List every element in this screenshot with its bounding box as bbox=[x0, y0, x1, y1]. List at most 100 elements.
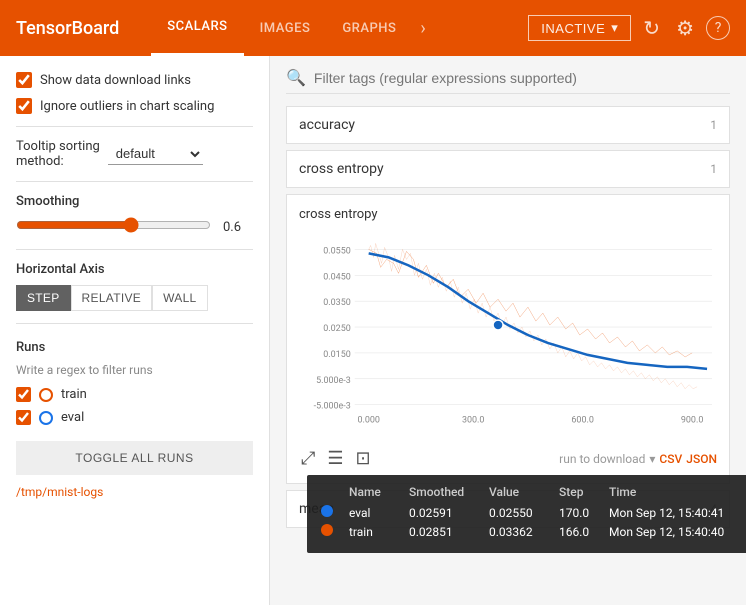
tag-accuracy-count: 1 bbox=[710, 118, 717, 132]
ignore-outliers-row: Ignore outliers in chart scaling bbox=[16, 98, 253, 114]
axis-relative-button[interactable]: RELATIVE bbox=[71, 285, 153, 311]
ignore-outliers-label: Ignore outliers in chart scaling bbox=[40, 99, 214, 114]
tooltip-col-step: Step bbox=[559, 485, 609, 499]
svg-text:0.0550: 0.0550 bbox=[323, 246, 350, 256]
tooltip-col-icon bbox=[321, 485, 349, 499]
ignore-outliers-checkbox[interactable] bbox=[16, 98, 32, 114]
svg-text:5.000e-3: 5.000e-3 bbox=[316, 376, 351, 386]
nav-more-chevron[interactable]: › bbox=[412, 18, 433, 39]
csv-link[interactable]: CSV bbox=[659, 452, 682, 466]
divider-1 bbox=[16, 126, 253, 127]
tooltip-train-name: train bbox=[349, 525, 409, 539]
horizontal-axis-section: Horizontal Axis STEP RELATIVE WALL bbox=[16, 262, 253, 311]
tooltip-train-smoothed: 0.02851 bbox=[409, 525, 489, 539]
tag-cross-entropy-name: cross entropy bbox=[299, 161, 384, 177]
runs-title: Runs bbox=[16, 340, 253, 355]
logo: TensorBoard bbox=[16, 18, 119, 39]
menu-icon[interactable]: ☰ bbox=[325, 446, 345, 471]
chart-icon-group: ⤢ ☰ ⊡ bbox=[299, 446, 373, 471]
smoothing-row: 0.6 bbox=[16, 217, 253, 237]
show-data-links-label: Show data download links bbox=[40, 73, 191, 88]
pin-icon[interactable]: ⊡ bbox=[354, 446, 373, 471]
tooltip-col-smoothed: Smoothed bbox=[409, 485, 489, 499]
tooltip-row-train: train 0.02851 0.03362 166.0 Mon Sep 12, … bbox=[321, 524, 746, 539]
svg-text:0.0250: 0.0250 bbox=[323, 324, 350, 334]
show-data-links-row: Show data download links bbox=[16, 72, 253, 88]
tooltip-sorting-row: Tooltip sortingmethod: default ascending… bbox=[16, 139, 253, 169]
tooltip-train-time: Mon Sep 12, 15:40:40 bbox=[609, 525, 746, 539]
svg-text:0.0150: 0.0150 bbox=[323, 350, 350, 360]
tag-accuracy-name: accuracy bbox=[299, 117, 355, 133]
header-right: INACTIVE ▾ ↻ ⚙ ? bbox=[528, 12, 730, 44]
tooltip-train-step: 166.0 bbox=[559, 525, 609, 539]
search-input[interactable] bbox=[314, 70, 730, 86]
divider-4 bbox=[16, 323, 253, 324]
eval-color-dot bbox=[321, 505, 333, 517]
settings-icon[interactable]: ⚙ bbox=[672, 12, 698, 44]
tag-cross-entropy[interactable]: cross entropy 1 bbox=[286, 150, 730, 188]
svg-text:900.0: 900.0 bbox=[681, 416, 703, 426]
sidebar: Show data download links Ignore outliers… bbox=[0, 56, 270, 605]
dropdown-arrow-icon[interactable]: ▾ bbox=[649, 452, 655, 466]
tooltip-col-time: Time bbox=[609, 485, 746, 499]
runs-section: Runs Write a regex to filter runs train … bbox=[16, 340, 253, 499]
axis-wall-button[interactable]: WALL bbox=[152, 285, 207, 311]
main-nav: SCALARS IMAGES GRAPHS › bbox=[151, 0, 528, 56]
run-eval-checkbox[interactable] bbox=[16, 410, 31, 425]
nav-scalars[interactable]: SCALARS bbox=[151, 0, 243, 56]
toggle-all-runs-button[interactable]: TOGGLE ALL RUNS bbox=[16, 441, 253, 475]
smoothing-slider[interactable] bbox=[16, 217, 211, 233]
tooltip-train-value: 0.03362 bbox=[489, 525, 559, 539]
help-icon[interactable]: ? bbox=[706, 16, 730, 40]
chart-svg: 0.0550 0.0450 0.0350 0.0250 0.0150 5.000… bbox=[299, 230, 717, 440]
svg-text:0.0350: 0.0350 bbox=[323, 298, 350, 308]
svg-text:0.0450: 0.0450 bbox=[323, 272, 350, 282]
axis-step-button[interactable]: STEP bbox=[16, 285, 71, 311]
expand-icon[interactable]: ⤢ bbox=[299, 446, 317, 471]
inactive-label: INACTIVE bbox=[541, 21, 605, 36]
tooltip-eval-name: eval bbox=[349, 506, 409, 520]
show-data-links-checkbox[interactable] bbox=[16, 72, 32, 88]
svg-text:-5.000e-3: -5.000e-3 bbox=[314, 402, 351, 412]
run-row-train: train bbox=[16, 387, 253, 402]
run-to-download-label: run to download bbox=[559, 452, 645, 466]
tooltip-sorting-label: Tooltip sortingmethod: bbox=[16, 139, 100, 169]
chart-card-cross-entropy: cross entropy 0.0550 0.0450 0.0350 0.025… bbox=[286, 194, 730, 484]
tooltip-header: Name Smoothed Value Step Time Relative bbox=[321, 485, 746, 499]
run-row-eval: eval bbox=[16, 410, 253, 425]
run-train-checkbox[interactable] bbox=[16, 387, 31, 402]
inactive-button[interactable]: INACTIVE ▾ bbox=[528, 15, 631, 41]
search-icon: 🔍 bbox=[286, 68, 306, 87]
tooltip-sorting-select[interactable]: default ascending descending nearest bbox=[108, 143, 203, 165]
smoothing-title: Smoothing bbox=[16, 194, 253, 209]
tooltip-eval-time: Mon Sep 12, 15:40:41 bbox=[609, 506, 746, 520]
header: TensorBoard SCALARS IMAGES GRAPHS › INAC… bbox=[0, 0, 746, 56]
download-area: run to download ▾ CSV JSON bbox=[559, 452, 717, 466]
tag-accuracy[interactable]: accuracy 1 bbox=[286, 106, 730, 144]
chart-title: cross entropy bbox=[299, 207, 717, 222]
tooltip-row-eval: eval 0.02591 0.02550 170.0 Mon Sep 12, 1… bbox=[321, 505, 746, 520]
tooltip-col-name: Name bbox=[349, 485, 409, 499]
smoothing-slider-container bbox=[16, 217, 211, 237]
json-link[interactable]: JSON bbox=[686, 452, 717, 466]
divider-3 bbox=[16, 249, 253, 250]
train-color-dot bbox=[321, 524, 333, 536]
run-train-dot bbox=[39, 388, 53, 402]
tag-cross-entropy-count: 1 bbox=[710, 162, 717, 176]
search-bar: 🔍 bbox=[286, 68, 730, 94]
horizontal-axis-title: Horizontal Axis bbox=[16, 262, 253, 277]
run-eval-label: eval bbox=[61, 410, 84, 425]
smoothing-value: 0.6 bbox=[223, 220, 253, 235]
eval-point bbox=[493, 320, 503, 330]
tooltip-eval-smoothed: 0.02591 bbox=[409, 506, 489, 520]
main-layout: Show data download links Ignore outliers… bbox=[0, 56, 746, 605]
nav-graphs[interactable]: GRAPHS bbox=[326, 0, 412, 56]
run-eval-dot bbox=[39, 411, 53, 425]
tooltip-col-value: Value bbox=[489, 485, 559, 499]
log-path[interactable]: /tmp/mnist-logs bbox=[16, 485, 253, 499]
refresh-icon[interactable]: ↻ bbox=[639, 12, 664, 44]
content-area: 🔍 accuracy 1 cross entropy 1 cross entro… bbox=[270, 56, 746, 605]
divider-2 bbox=[16, 181, 253, 182]
chart-area: 0.0550 0.0450 0.0350 0.0250 0.0150 5.000… bbox=[299, 230, 717, 440]
nav-images[interactable]: IMAGES bbox=[244, 0, 327, 56]
